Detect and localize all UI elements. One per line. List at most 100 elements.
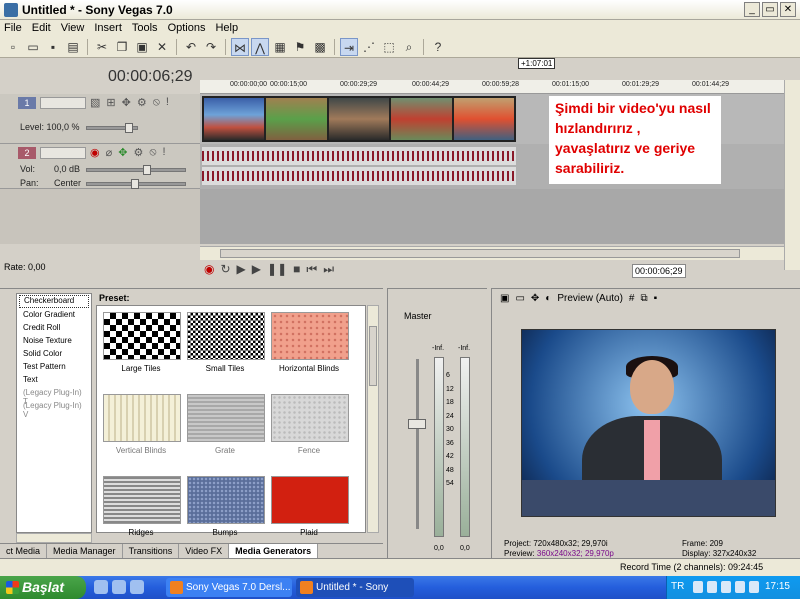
generator-list[interactable]: Checkerboard Color Gradient Credit Roll Noi… [16,293,92,533]
menu-tools[interactable]: Tools [132,22,158,34]
open-folder-icon[interactable]: ▭ [24,38,42,56]
audio-track-header[interactable]: 2 ◉ ⌀ ✥ ⚙ ⦸ ! Vol: 0,0 dB Pan: Center [0,144,200,189]
arm-record-icon[interactable]: ◉ [90,146,100,159]
save-icon[interactable]: ▪ [44,38,62,56]
preset-scrollbar[interactable] [367,305,379,533]
undo-icon[interactable]: ↶ [182,38,200,56]
split-screen-icon[interactable]: ◐ [545,293,551,304]
tray-icon[interactable] [749,581,759,593]
region-marker[interactable]: +1:07:01 [518,58,556,69]
ie-quicklaunch-icon[interactable] [94,580,108,594]
invert-phase-icon[interactable]: ⌀ [106,146,113,159]
generator-list-item[interactable]: Test Pattern [17,361,91,374]
close-button[interactable]: ✕ [780,2,796,17]
external-monitor-icon[interactable]: ▭ [515,293,524,304]
stop-icon[interactable]: ■ [293,262,300,277]
taskbar-item-active[interactable]: Untitled * - Sony Veg... [296,578,414,597]
copy-snapshot-icon[interactable]: ⧉ [640,293,647,304]
move-icon[interactable]: ✥ [118,146,127,159]
loop-icon[interactable]: ↻ [220,262,230,277]
preset-thumbnail[interactable]: Ridges [99,472,183,548]
timeline-horizontal-scrollbar[interactable] [200,246,784,260]
generator-list-item[interactable]: (Legacy Plug-In) V [17,400,91,419]
selection-tool-icon[interactable]: ⬚ [380,38,398,56]
save-snapshot-icon[interactable]: ▪ [654,293,658,304]
solo-icon[interactable]: ! [166,96,169,109]
preset-thumbnail[interactable]: Bumps [183,472,267,548]
envelope-tool-icon[interactable]: ⋰ [360,38,378,56]
preset-thumbnail[interactable]: Large Tiles [99,308,183,384]
video-clip[interactable] [202,96,516,142]
mute-icon[interactable]: ⦸ [153,96,160,109]
menu-help[interactable]: Help [215,22,238,34]
delete-icon[interactable]: ✕ [153,38,171,56]
redo-icon[interactable]: ↷ [202,38,220,56]
overlays-icon[interactable]: # [629,293,635,304]
slider-thumb[interactable] [131,179,139,189]
preview-quality-dropdown[interactable]: Preview (Auto) [557,293,623,304]
track-fx-icon[interactable]: ⚙ [137,96,147,109]
level-slider[interactable] [86,123,138,133]
cursor-position-field[interactable]: 00:00:06;29 [632,264,686,278]
master-fader[interactable] [408,419,426,429]
minimize-button[interactable]: _ [744,2,760,17]
copy-icon[interactable]: ❐ [113,38,131,56]
preset-thumbnail[interactable]: Plaid [267,472,351,548]
snapping-icon[interactable]: ⋈ [231,37,249,56]
whats-this-icon[interactable]: ? [429,38,447,56]
preset-thumbnail[interactable]: Fence [267,390,351,466]
pan-slider[interactable] [86,179,186,189]
time-ruler[interactable]: 00:00:00;00 00:00:15;00 00:00:29;29 00:0… [200,80,784,94]
dock-tab[interactable]: Media Generators [229,544,319,559]
zoom-tool-icon[interactable]: ⌕ [400,38,418,56]
preset-grid[interactable]: Large Tiles Small Tiles Horizontal Blinds V… [96,305,366,537]
generator-list-item[interactable]: Checkerboard [19,295,89,308]
paste-icon[interactable]: ▣ [133,38,151,56]
slider-thumb[interactable] [125,123,133,133]
normal-edit-tool-icon[interactable]: ⇥ [340,37,358,56]
generator-list-item[interactable]: Color Gradient [17,309,91,322]
generator-list-item[interactable]: Credit Roll [17,322,91,335]
start-button[interactable]: Başlat [0,576,86,599]
auto-crossfade-icon[interactable]: ⋀ [251,37,269,56]
dock-tab[interactable]: Transitions [123,544,180,559]
ignore-grouping-icon[interactable]: ▩ [311,38,329,56]
timeline-vertical-scrollbar[interactable] [784,80,800,270]
play-from-start-icon[interactable]: ▶ [237,262,246,277]
volume-slider[interactable] [86,165,186,175]
audio-waveform[interactable] [202,147,516,165]
firefox-quicklaunch-icon[interactable] [130,580,144,594]
generator-list-item[interactable]: Solid Color [17,348,91,361]
preview-properties-icon[interactable]: ▣ [500,293,509,304]
language-indicator[interactable]: TR [671,581,684,592]
list-horizontal-scrollbar[interactable] [16,533,92,543]
tray-icon[interactable] [707,581,717,593]
solo-icon[interactable]: ! [163,146,166,159]
play-icon[interactable]: ▶ [252,262,261,277]
menu-file[interactable]: File [4,22,22,34]
track-name-field[interactable] [40,97,86,109]
pause-icon[interactable]: ❚❚ [267,262,287,277]
lock-envelopes-icon[interactable]: ⚑ [291,38,309,56]
maximize-button[interactable]: ▭ [762,2,778,17]
dock-tab[interactable]: Media Manager [47,544,123,559]
taskbar-item[interactable]: Sony Vegas 7.0 Dersl... [166,578,292,597]
menu-view[interactable]: View [61,22,85,34]
mute-icon[interactable]: ⦸ [149,146,156,159]
menu-edit[interactable]: Edit [32,22,51,34]
scroll-thumb[interactable] [220,249,740,258]
preset-thumbnail[interactable]: Horizontal Blinds [267,308,351,384]
preset-thumbnail[interactable]: Vertical Blinds [99,390,183,466]
dock-tab[interactable]: Video FX [179,544,230,559]
properties-icon[interactable]: ▤ [64,38,82,56]
desktop-quicklaunch-icon[interactable] [112,580,126,594]
video-track-header[interactable]: 1 ▧ ⊞ ✥ ⚙ ⦸ ! Level: 100,0 % [0,94,200,144]
track-name-field[interactable] [40,147,86,159]
go-to-end-icon[interactable]: ⏭ [323,262,334,277]
tray-icon[interactable] [693,581,703,593]
dock-tab[interactable]: ct Media [0,544,48,559]
audio-waveform[interactable] [202,167,516,185]
auto-ripple-icon[interactable]: ▦ [271,38,289,56]
generator-list-item[interactable]: Text [17,374,91,387]
preset-thumbnail[interactable]: Grate [183,390,267,466]
